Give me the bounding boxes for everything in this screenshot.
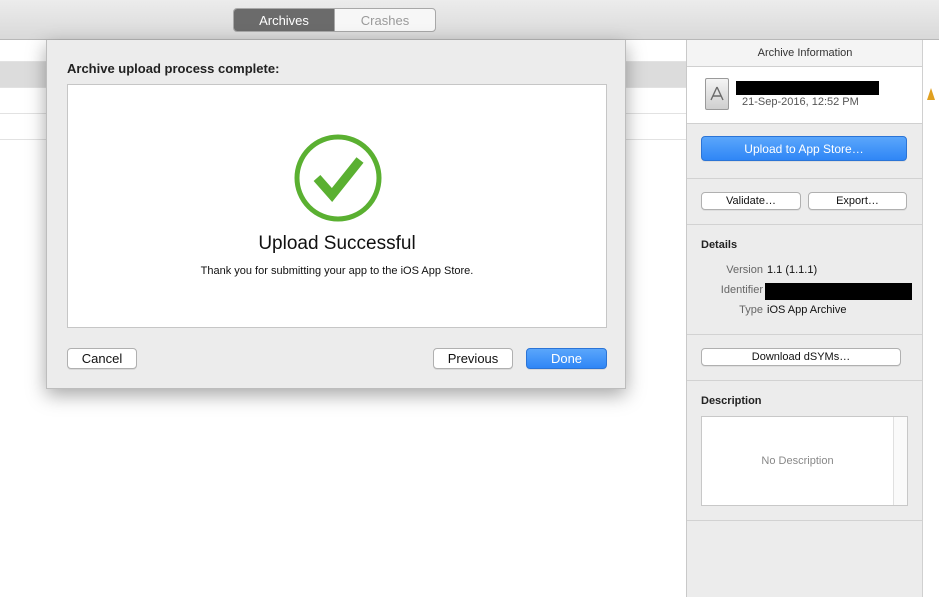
result-panel: Upload Successful Thank you for submitti… [67, 84, 607, 328]
warning-icon [927, 88, 935, 100]
export-button[interactable]: Export… [808, 192, 907, 210]
type-label: Type [739, 304, 763, 316]
app-archive-icon [705, 78, 729, 110]
window-toolbar: Archives Crashes [0, 0, 939, 40]
version-label: Version [726, 264, 763, 276]
divider [687, 178, 923, 179]
done-button[interactable]: Done [526, 348, 607, 369]
redacted-archive-name [736, 81, 879, 95]
segmented-control: Archives Crashes [233, 8, 436, 32]
window-edge [922, 40, 939, 597]
divider [687, 224, 923, 225]
validate-button[interactable]: Validate… [701, 192, 801, 210]
divider [687, 380, 923, 381]
upload-status-heading: Upload Successful [258, 233, 416, 254]
description-heading: Description [701, 395, 762, 407]
tab-crashes[interactable]: Crashes [334, 9, 435, 31]
version-value: 1.1 (1.1.1) [767, 264, 818, 276]
upload-complete-sheet: Archive upload process complete: Upload … [46, 40, 626, 389]
divider [687, 334, 923, 335]
archive-inspector: Archive Information 21-Sep-2016, 12:52 P… [686, 40, 923, 597]
tab-archives[interactable]: Archives [234, 9, 334, 31]
description-field[interactable]: No Description [701, 416, 908, 506]
cancel-button[interactable]: Cancel [67, 348, 137, 369]
identifier-label: Identifier [720, 284, 763, 296]
upload-to-app-store-button[interactable]: Upload to App Store… [701, 136, 907, 161]
type-value: iOS App Archive [767, 304, 847, 316]
divider [687, 520, 923, 521]
redacted-identifier [765, 283, 912, 300]
inspector-title: Archive Information [687, 40, 923, 67]
description-scrollbar[interactable] [893, 417, 907, 505]
description-placeholder: No Description [761, 455, 834, 467]
upload-status-message: Thank you for submitting your app to the… [200, 265, 474, 277]
download-dsyms-button[interactable]: Download dSYMs… [701, 348, 901, 366]
details-heading: Details [701, 239, 738, 251]
sheet-title: Archive upload process complete: [67, 61, 280, 76]
archive-summary: 21-Sep-2016, 12:52 PM [687, 67, 923, 124]
checkmark-circle-icon [294, 134, 382, 222]
previous-button[interactable]: Previous [433, 348, 513, 369]
archive-date: 21-Sep-2016, 12:52 PM [742, 96, 859, 108]
